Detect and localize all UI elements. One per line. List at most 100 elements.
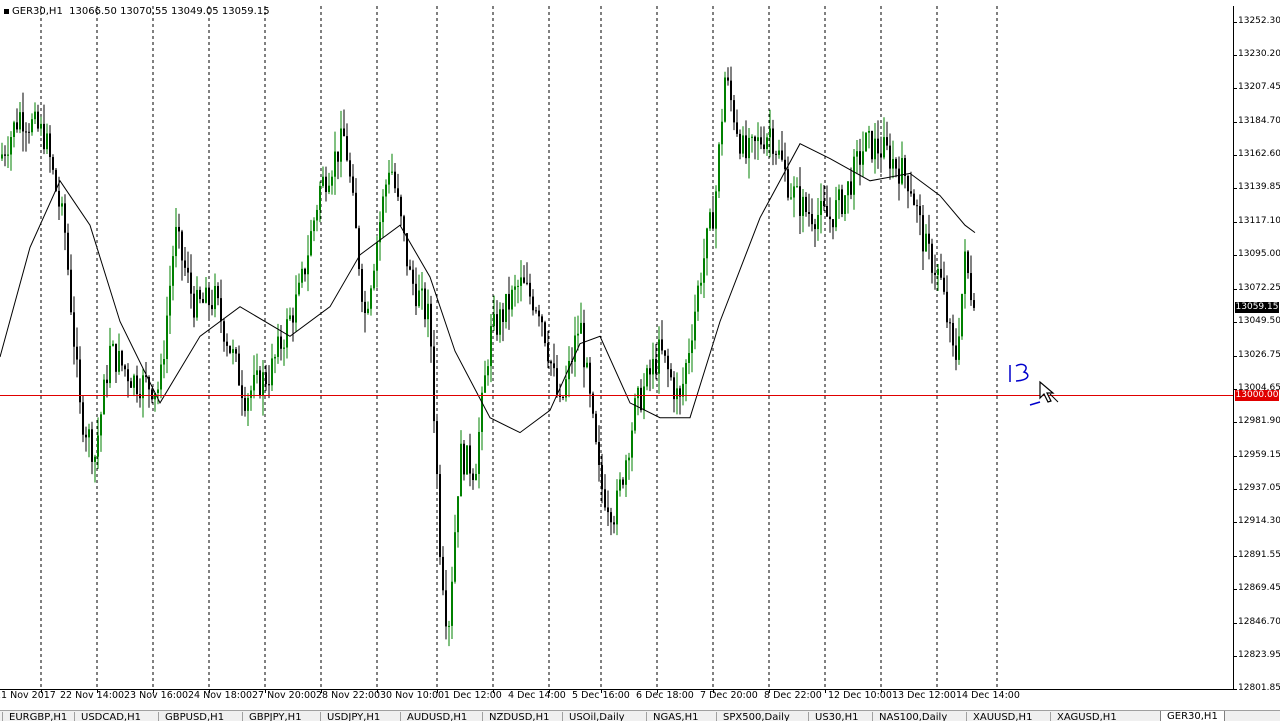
price-tick [1233, 689, 1237, 690]
candle-bear [241, 385, 243, 399]
price-label: 13139.85 [1238, 182, 1280, 193]
candle-bull [40, 123, 42, 129]
candle-bear [244, 398, 246, 411]
candle-bear [640, 387, 642, 411]
mouse-pointer-icon [1039, 380, 1059, 403]
candle-bull [652, 359, 654, 375]
price-label: 12891.55 [1238, 550, 1280, 561]
candle-bear [352, 176, 354, 193]
candle-bear [754, 136, 756, 142]
candle-bull [205, 287, 207, 303]
candle-bear [550, 361, 552, 364]
chart-window[interactable]: GER30,H1 13066.50 13070.55 13049.05 1305… [0, 0, 1280, 710]
candle-bear [469, 445, 471, 474]
candle-bear [877, 138, 879, 154]
candle-bull [511, 289, 513, 310]
candle-bear [361, 269, 363, 302]
symbol-label: GER30,H1 [12, 6, 63, 17]
time-tick [713, 689, 714, 693]
candle-bear [931, 243, 933, 273]
price-tick [1233, 322, 1237, 324]
candle-bear [535, 310, 537, 312]
candle-bear [202, 299, 204, 303]
period-separators [40, 6, 998, 689]
candle-bull [61, 203, 63, 207]
candle-bear [235, 349, 237, 354]
candle-bear [739, 133, 741, 154]
candle-bull [256, 370, 258, 375]
candle-bull [514, 286, 516, 290]
candle-bull [166, 315, 168, 360]
price-tick [1233, 556, 1237, 558]
time-label: 30 Nov 10:00 [380, 690, 445, 701]
candle-bull [19, 112, 21, 130]
candle-bear [613, 522, 615, 525]
candle-bear [226, 341, 228, 346]
candle-bear [472, 473, 474, 481]
candle-bear [268, 384, 270, 386]
chart-tab-bar: EURGBP,H1 USDCAD,H1 GBPUSD,H1 GBPJPY,H1 USDJ… [0, 710, 1280, 721]
candle-bear [64, 203, 66, 233]
candle-bear [358, 228, 360, 270]
candle-bull [466, 445, 468, 475]
candle-bull [937, 268, 939, 275]
candle-bear [826, 206, 828, 217]
candle-bear [775, 153, 777, 155]
candle-bear [325, 176, 327, 193]
candle-bear [712, 212, 714, 229]
candle-bull [577, 333, 579, 336]
candle-bull [493, 314, 495, 327]
candle-bull [334, 151, 336, 177]
candle-bear [661, 339, 663, 351]
time-label: 7 Dec 20:00 [700, 690, 758, 701]
candle-bull [637, 387, 639, 399]
candle-bear [394, 171, 396, 189]
candle-bull [274, 356, 276, 359]
candle-bear [799, 186, 801, 216]
candle-bear [595, 413, 597, 443]
candle-bull [157, 389, 159, 394]
candle-bear [772, 128, 774, 154]
candle-bull [103, 379, 105, 415]
candle-bear [859, 151, 861, 165]
candle-bull [328, 185, 330, 193]
candle-bull [118, 350, 120, 372]
candle-bull [820, 200, 822, 215]
symbol-header: GER30,H1 13066.50 13070.55 13049.05 1305… [4, 6, 270, 17]
candle-bear [25, 131, 27, 133]
candle-bear [229, 345, 231, 353]
candle-bull [793, 186, 795, 198]
price-tick [1233, 121, 1237, 123]
candle-bull [277, 336, 279, 357]
time-label: 21 Nov 2017 [0, 690, 56, 701]
time-label: 22 Nov 14:00 [60, 690, 125, 701]
candle-bull [298, 282, 300, 295]
candle-bear [337, 151, 339, 162]
candle-bear [22, 112, 24, 132]
candle-bear [664, 350, 666, 356]
chart-tab[interactable]: GER30,H1 [1160, 711, 1225, 721]
candle-bull [580, 322, 582, 334]
time-tick [437, 689, 438, 693]
candle-bull [88, 429, 90, 438]
candle-bull [565, 379, 567, 398]
candle-bear [667, 355, 669, 370]
candle-bear [733, 100, 735, 123]
candle-bear [43, 123, 45, 150]
price-label: 13049.50 [1238, 316, 1280, 327]
candle-bull [835, 200, 837, 228]
candle-bull [388, 172, 390, 185]
candle-bear [829, 216, 831, 220]
candle-bull [631, 430, 633, 458]
candle-bull [142, 375, 144, 399]
candle-bull [451, 581, 453, 626]
candle-bear [187, 267, 189, 273]
candle-bull [748, 137, 750, 159]
candle-bear [913, 193, 915, 206]
candle-bear [151, 389, 153, 400]
time-tick [601, 689, 602, 693]
candle-bear [265, 372, 267, 385]
price-chart[interactable] [0, 0, 1233, 689]
candle-bear [871, 130, 873, 160]
candle-bear [82, 402, 84, 435]
